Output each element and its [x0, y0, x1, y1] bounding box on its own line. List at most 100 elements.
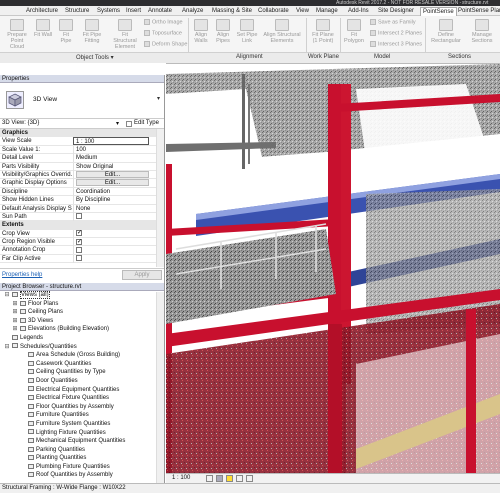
property-value[interactable]: None — [73, 204, 149, 213]
tab-massing-site[interactable]: Massing & Site — [212, 7, 252, 16]
intersect-3-planes-button[interactable]: Intersect 3 Planes — [370, 41, 422, 47]
browser-tree-item[interactable]: Ceiling Quantities by Type — [0, 368, 164, 377]
property-value[interactable]: 1 : 100 — [73, 137, 149, 146]
property-value[interactable]: By Discipline — [73, 196, 149, 205]
browser-tree-item[interactable]: Parking Quantities — [0, 446, 164, 455]
properties-scrollbar[interactable] — [156, 129, 164, 267]
tab-annotate[interactable]: Annotate — [148, 7, 172, 16]
browser-tree-item[interactable]: Roof Quantities by Assembly — [0, 471, 164, 480]
type-selector[interactable]: 3D View ▾ — [0, 83, 164, 119]
3d-viewport[interactable] — [166, 63, 500, 483]
property-group-header[interactable]: Extents — [0, 221, 164, 230]
browser-tree-item[interactable]: Mechanical Equipment Quantities — [0, 437, 164, 446]
prepare-point-cloud-button[interactable]: Prepare Point Cloud — [3, 19, 31, 50]
property-edit-cell[interactable]: Edit... — [73, 179, 149, 188]
browser-tree-item[interactable]: Area Schedule (Gross Building) — [0, 351, 164, 360]
property-checkbox-cell[interactable] — [73, 254, 149, 263]
save-as-family-button[interactable]: Save as Family — [370, 19, 416, 25]
toposurface-button[interactable]: Toposurface — [144, 30, 182, 36]
tab-collaborate[interactable]: Collaborate — [258, 7, 289, 16]
collapse-icon[interactable]: ⊟ — [4, 343, 10, 352]
property-value[interactable]: Show Original — [73, 162, 149, 171]
view-scale[interactable]: 1 : 100 — [172, 474, 190, 483]
fit-polygon-button[interactable]: Fit Polygon — [343, 19, 365, 44]
fit-wall-button[interactable]: Fit Wall — [34, 19, 52, 38]
tab-insert[interactable]: Insert — [126, 7, 141, 16]
browser-tree-item[interactable]: ⊟ Schedules/Quantities — [0, 343, 164, 352]
browser-tree-item[interactable]: Floor Quantities by Assembly — [0, 403, 164, 412]
align-walls-button[interactable]: Align Walls — [192, 19, 210, 44]
sun-path-icon[interactable] — [226, 475, 233, 482]
ortho-image-button[interactable]: Ortho Image — [144, 19, 183, 25]
visual-style-icon[interactable] — [216, 475, 223, 482]
tab-site-designer[interactable]: Site Designer — [378, 7, 414, 16]
align-pipes-button[interactable]: Align Pipes — [214, 19, 232, 44]
collapse-icon[interactable]: ⊟ — [4, 291, 10, 300]
apply-button[interactable]: Apply — [122, 270, 162, 280]
property-group-header[interactable]: Graphics — [0, 129, 164, 138]
fit-structural-element-button[interactable]: Fit Structural Element — [110, 19, 140, 50]
intersect-2-planes-button[interactable]: Intersect 2 Planes — [370, 30, 422, 36]
property-checkbox[interactable] — [76, 246, 82, 253]
align-structural-elements-button[interactable]: Align Structural Elements — [262, 19, 302, 44]
browser-tree-item[interactable]: Furniture System Quantities — [0, 420, 164, 429]
tab-structure[interactable]: Structure — [65, 7, 89, 16]
property-checkbox-cell[interactable] — [73, 229, 149, 238]
browser-tree-item[interactable]: Casework Quantities — [0, 360, 164, 369]
fit-pipe-fitting-button[interactable]: Fit Pipe Fitting — [80, 19, 104, 44]
browser-tree-item[interactable]: ⊞ Ceiling Plans — [0, 308, 164, 317]
expand-icon[interactable]: ⊞ — [12, 325, 18, 334]
view-selector[interactable]: 3D View: {3D} — [2, 120, 39, 126]
browser-tree-item[interactable]: ⊟ Views (all) — [0, 291, 164, 300]
property-checkbox-cell[interactable] — [73, 238, 149, 247]
property-checkbox-cell[interactable] — [73, 246, 149, 255]
property-checkbox[interactable] — [76, 255, 82, 262]
expand-icon[interactable]: ⊞ — [12, 308, 18, 317]
view-node-icon — [28, 472, 34, 478]
tab-architecture[interactable]: Architecture — [26, 7, 58, 16]
property-checkbox[interactable] — [76, 213, 82, 220]
edit-button[interactable]: Edit... — [76, 179, 149, 187]
expand-icon[interactable]: ⊞ — [12, 317, 18, 326]
property-checkbox-cell[interactable] — [73, 212, 149, 221]
browser-tree-item[interactable]: ⊞ Elevations (Building Elevation) — [0, 325, 164, 334]
tab-add-ins[interactable]: Add-Ins — [348, 7, 369, 16]
edit-type-button[interactable]: Edit Type — [134, 120, 159, 126]
property-checkbox[interactable] — [76, 238, 82, 246]
browser-tree-item[interactable]: Electrical Equipment Quantities — [0, 386, 164, 395]
browser-tree-item[interactable]: Door Quantities — [0, 377, 164, 386]
edit-button[interactable]: Edit... — [76, 170, 149, 178]
tab-analyze[interactable]: Analyze — [182, 7, 203, 16]
browser-tree-item[interactable]: ⊞ 3D Views — [0, 317, 164, 326]
object-tools-group-label[interactable]: Object Tools ▾ — [76, 54, 114, 61]
properties-help-link[interactable]: Properties help — [2, 272, 42, 278]
tab-manage[interactable]: Manage — [316, 7, 338, 16]
browser-tree-item[interactable]: Electrical Fixture Quantities — [0, 394, 164, 403]
crop-view-icon[interactable] — [246, 475, 253, 482]
shadows-icon[interactable] — [236, 475, 243, 482]
set-pipe-link-button[interactable]: Set Pipe Link — [236, 19, 258, 44]
tab-systems[interactable]: Systems — [97, 7, 120, 16]
browser-scrollbar[interactable] — [156, 292, 164, 483]
browser-tree-item[interactable]: Planting Quantities — [0, 454, 164, 463]
fit-plane-button[interactable]: Fit Plane (1 Point) — [309, 19, 337, 44]
deform-shape-button[interactable]: Deform Shape — [144, 41, 187, 47]
property-value[interactable]: 100 — [73, 145, 149, 154]
tab-view[interactable]: View — [296, 7, 309, 16]
browser-tree-item[interactable]: Furniture Quantities — [0, 411, 164, 420]
browser-tree-item[interactable]: Lighting Fixture Quantities — [0, 429, 164, 438]
manage-sections-button[interactable]: Manage Sections — [468, 19, 496, 44]
browser-tree-item[interactable]: ⊞ Floor Plans — [0, 300, 164, 309]
browser-tree-item[interactable]: Plumbing Fixture Quantities — [0, 463, 164, 472]
fit-pipe-button[interactable]: Fit Pipe — [58, 19, 74, 44]
detail-level-icon[interactable] — [206, 475, 213, 482]
property-edit-cell[interactable]: Edit... — [73, 170, 149, 179]
tab-pointsense[interactable]: PointSense — [420, 7, 457, 16]
tab-pointsense-plant[interactable]: PointSense Plant — [458, 7, 500, 16]
property-value[interactable]: Coordination — [73, 187, 149, 196]
define-rectangular-button[interactable]: Define Rectangular — [428, 19, 464, 44]
browser-tree-item[interactable]: Legends — [0, 334, 164, 343]
property-value[interactable]: Medium — [73, 154, 149, 163]
property-checkbox[interactable] — [76, 230, 82, 237]
expand-icon[interactable]: ⊞ — [12, 300, 18, 309]
